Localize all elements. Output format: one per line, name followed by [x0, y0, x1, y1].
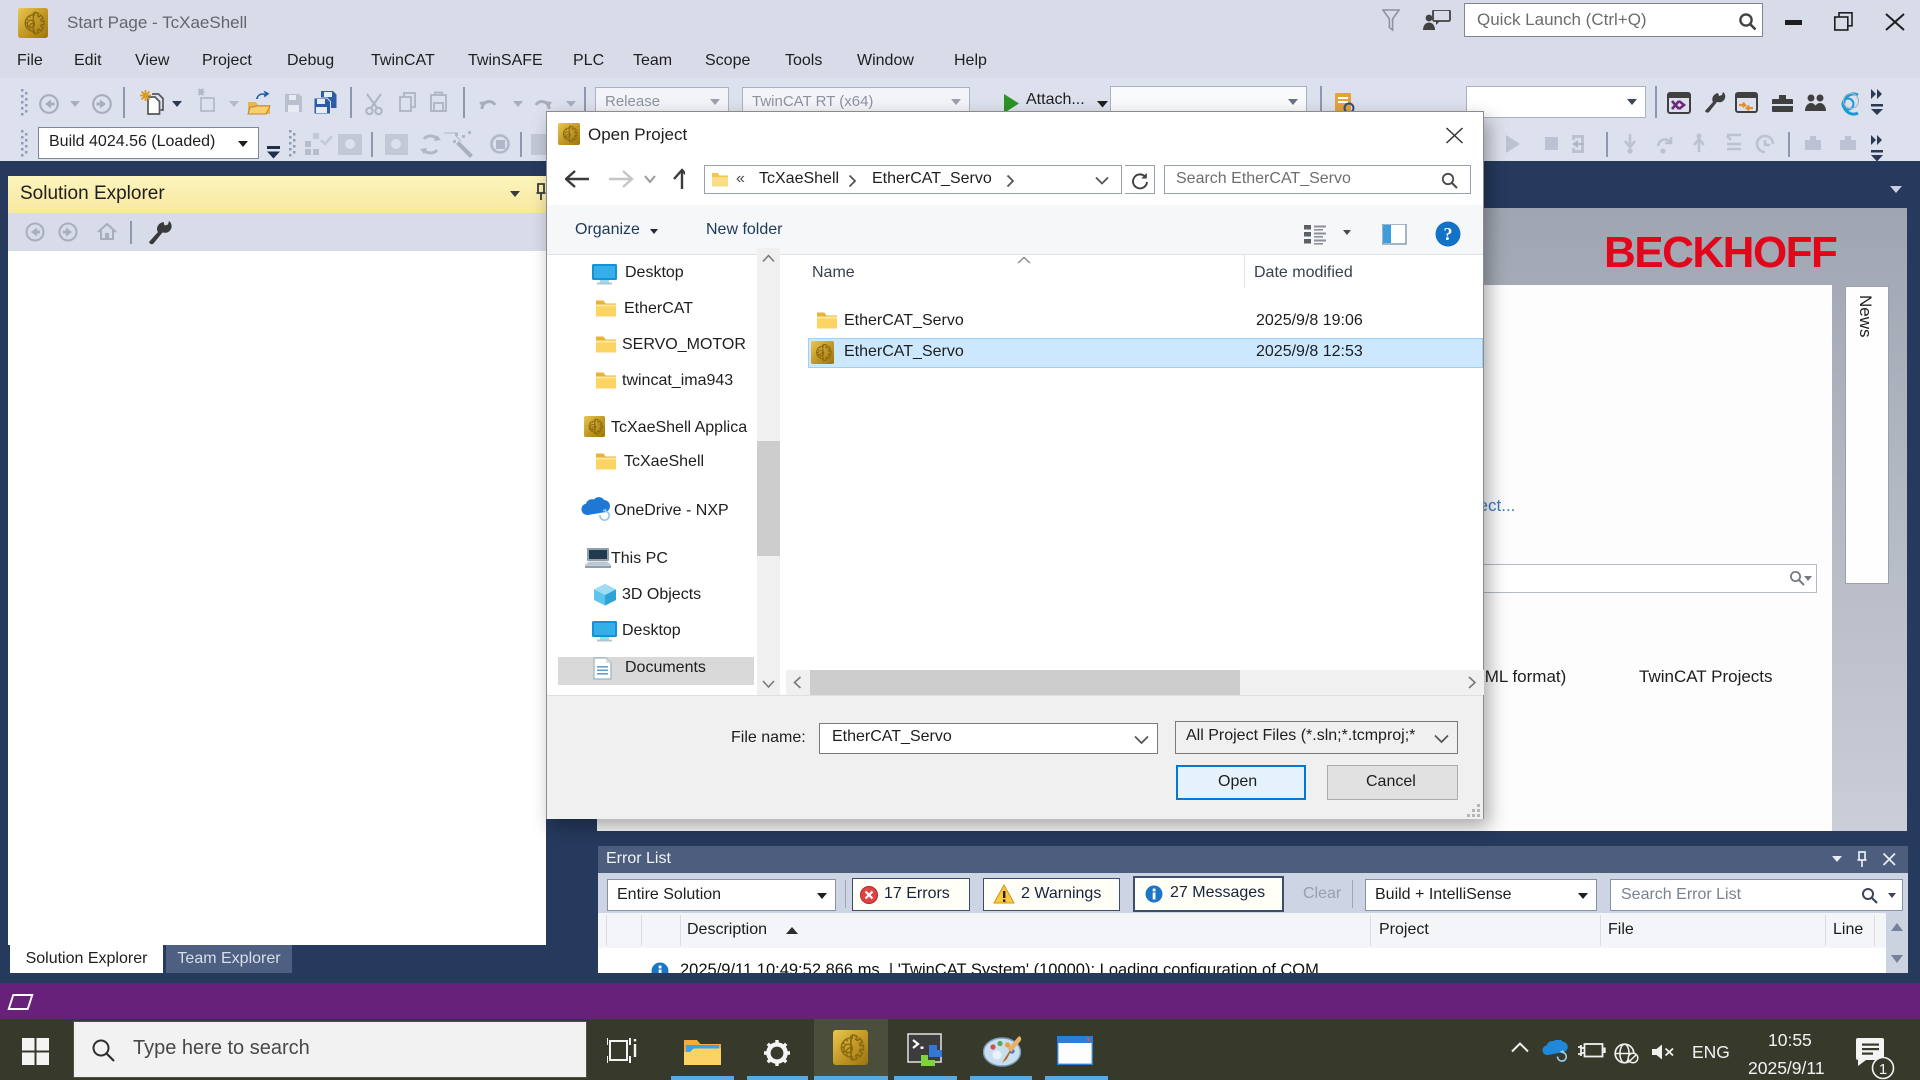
svg-text:1: 1 — [1879, 1061, 1887, 1078]
svg-text:?: ? — [1444, 224, 1453, 244]
